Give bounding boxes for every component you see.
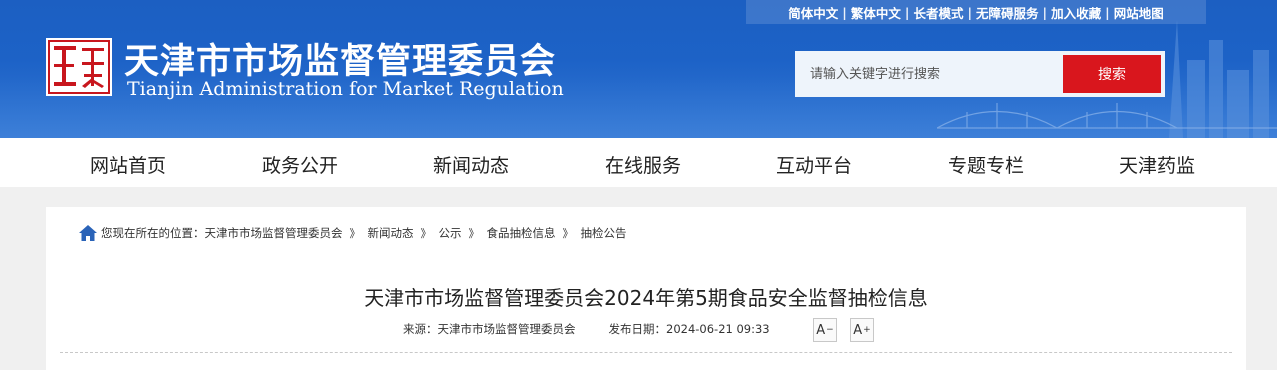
nav-item-interaction[interactable]: 互动平台 (776, 151, 852, 178)
site-header: 简体中文 | 繁体中文 | 长者模式 | 无障碍服务 | 加入收藏 | 网站地图 (0, 0, 1277, 138)
font-increase-button[interactable]: A + (850, 318, 874, 342)
breadcrumb-separator: 》 (468, 227, 480, 240)
dashed-divider (60, 352, 1232, 353)
breadcrumb-separator: 》 (349, 227, 361, 240)
breadcrumb: 您现在所在的位置： 天津市市场监督管理委员会 》 新闻动态 》 公示 》 食品抽… (78, 224, 627, 242)
separator: | (1042, 4, 1048, 20)
article-title: 天津市市场监督管理委员会2024年第5期食品安全监督抽检信息 (364, 286, 928, 310)
content-card: 您现在所在的位置： 天津市市场监督管理委员会 》 新闻动态 》 公示 》 食品抽… (46, 207, 1246, 370)
home-icon[interactable] (78, 224, 98, 242)
breadcrumb-item-notice[interactable]: 公示 (439, 225, 462, 241)
separator: | (1105, 4, 1110, 20)
breadcrumb-item-news[interactable]: 新闻动态 (368, 225, 414, 241)
font-decrease-sign: − (826, 325, 834, 335)
article-date: 发布日期：2024-06-21 09:33 (608, 322, 770, 336)
font-decrease-label: A (816, 322, 826, 338)
link-simplified-chinese[interactable]: 简体中文 (784, 3, 842, 22)
link-add-favorite[interactable]: 加入收藏 (1047, 3, 1105, 22)
breadcrumb-prefix: 您现在所在的位置： (101, 226, 205, 240)
separator: | (904, 4, 910, 20)
site-title-en: Tianjin Administration for Market Regula… (127, 78, 564, 100)
breadcrumb-separator: 》 (420, 227, 432, 240)
link-accessibility[interactable]: 无障碍服务 (972, 3, 1043, 22)
link-traditional-chinese[interactable]: 繁体中文 (847, 3, 905, 22)
article-meta: 来源：天津市市场监督管理委员会 发布日期：2024-06-21 09:33 (403, 321, 770, 337)
link-site-map[interactable]: 网站地图 (1110, 3, 1168, 22)
tianjin-seal-icon (46, 38, 112, 96)
breadcrumb-item-food-inspection[interactable]: 食品抽检信息 (487, 225, 556, 241)
nav-item-home[interactable]: 网站首页 (90, 151, 166, 178)
article-source: 来源：天津市市场监督管理委员会 (403, 322, 576, 336)
main-nav: 网站首页 政务公开 新闻动态 在线服务 互动平台 专题专栏 天津药监 (0, 138, 1277, 187)
nav-item-news[interactable]: 新闻动态 (433, 151, 509, 178)
nav-item-tianjin-drug[interactable]: 天津药监 (1119, 151, 1195, 178)
breadcrumb-separator: 》 (562, 227, 574, 240)
font-increase-sign: + (863, 325, 871, 335)
nav-item-government-affairs[interactable]: 政务公开 (262, 151, 338, 178)
top-links-bar: 简体中文 | 繁体中文 | 长者模式 | 无障碍服务 | 加入收藏 | 网站地图 (746, 0, 1206, 24)
search-input[interactable] (795, 52, 1060, 96)
separator: | (842, 4, 847, 20)
search-button[interactable]: 搜索 (1063, 55, 1161, 93)
link-elder-mode[interactable]: 长者模式 (909, 3, 967, 22)
nav-item-online-services[interactable]: 在线服务 (605, 151, 681, 178)
site-title-cn[interactable]: 天津市市场监督管理委员会 (124, 33, 556, 84)
font-increase-label: A (853, 322, 863, 338)
font-decrease-button[interactable]: A − (813, 318, 837, 342)
search-box: 搜索 (795, 51, 1165, 97)
separator: | (967, 4, 973, 20)
breadcrumb-item-committee[interactable]: 天津市市场监督管理委员会 (205, 225, 343, 241)
nav-item-special-topics[interactable]: 专题专栏 (948, 151, 1024, 178)
breadcrumb-item-inspection-notice[interactable]: 抽检公告 (581, 225, 627, 241)
